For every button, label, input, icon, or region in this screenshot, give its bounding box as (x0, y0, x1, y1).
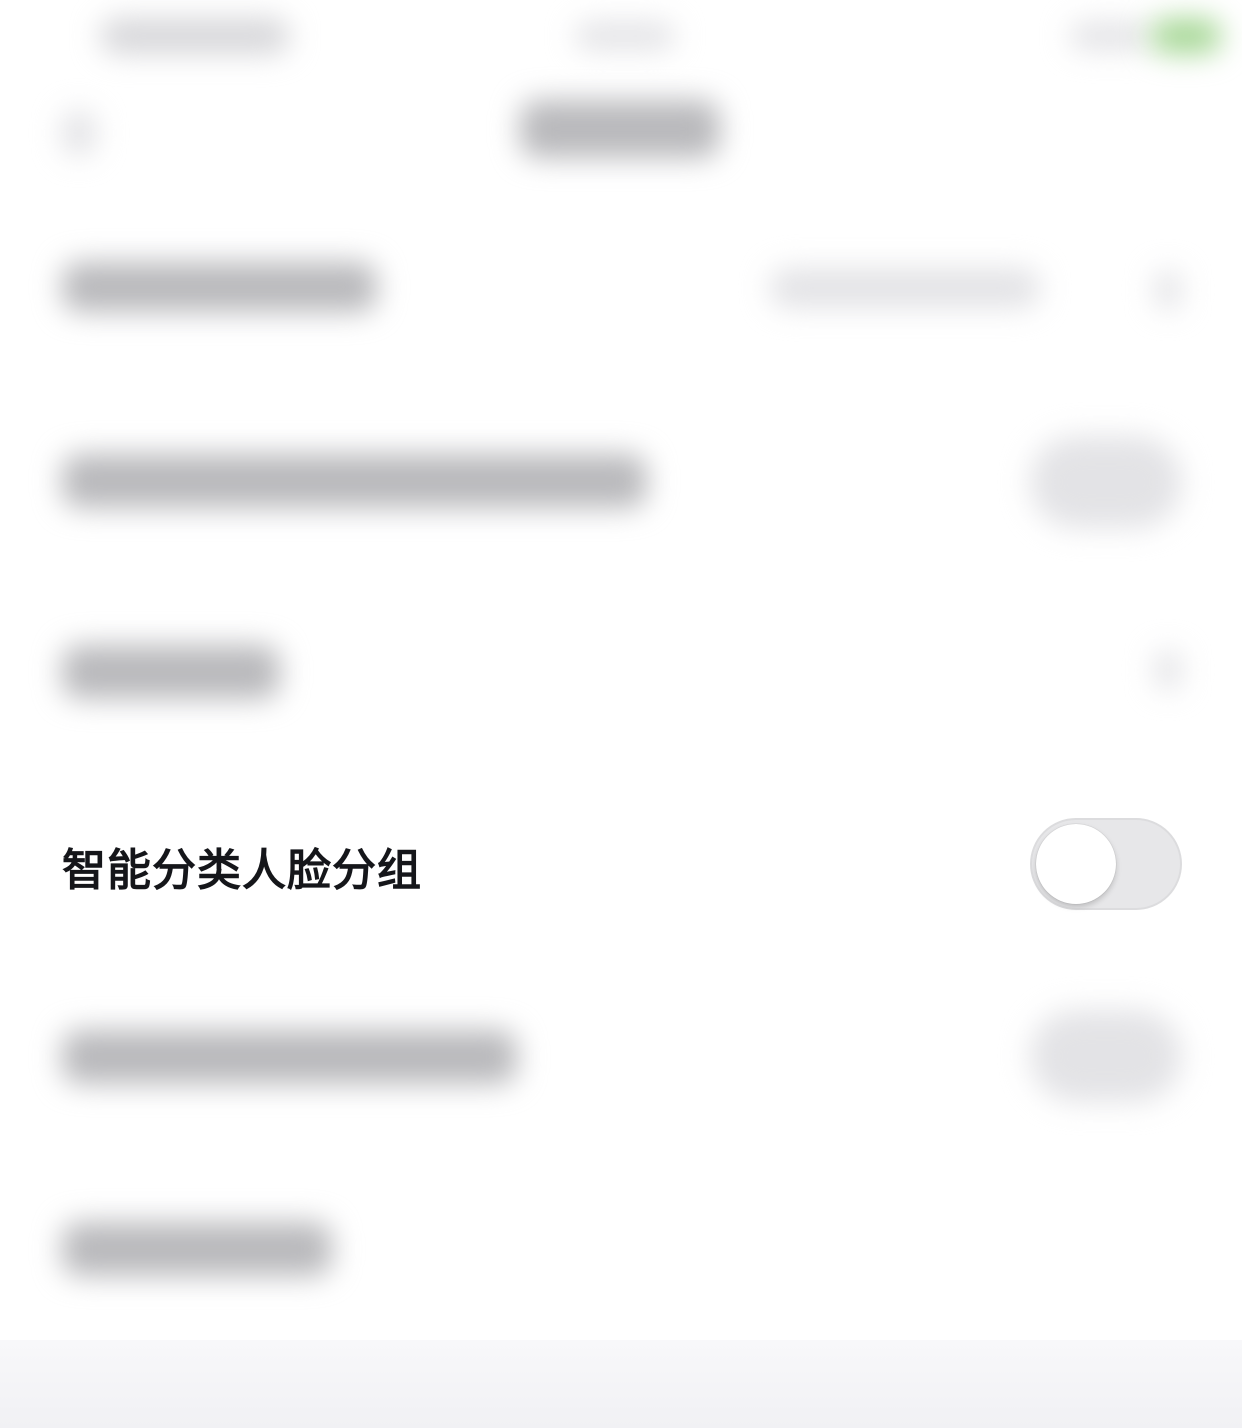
setting-row-1-value-blurred (770, 268, 1040, 308)
face-grouping-row: 智能分类人脸分组 (0, 768, 1242, 958)
face-grouping-toggle[interactable] (1030, 818, 1182, 910)
setting-row-3-label-blurred[interactable] (62, 645, 280, 699)
face-grouping-label: 智能分类人脸分组 (62, 845, 422, 896)
status-signal-blurred (1070, 22, 1150, 50)
setting-row-6-label-blurred[interactable] (62, 1222, 332, 1276)
setting-row-1-label-blurred[interactable] (62, 262, 377, 312)
chevron-right-icon (1155, 650, 1181, 690)
bottom-bar (0, 1340, 1242, 1428)
toggle-knob (1036, 824, 1116, 904)
setting-row-2-toggle-blurred[interactable] (1030, 436, 1182, 528)
status-time-blurred (100, 18, 290, 54)
status-bar (0, 0, 1242, 70)
battery-icon (1150, 18, 1222, 54)
settings-screen: 智能分类人脸分组 (0, 0, 1242, 1428)
back-icon[interactable] (62, 110, 96, 156)
setting-row-2-label-blurred[interactable] (62, 454, 647, 508)
status-carrier-blurred (575, 22, 675, 50)
setting-row-5-label-blurred[interactable] (62, 1030, 517, 1084)
chevron-right-icon (1155, 270, 1181, 310)
page-title-blurred (520, 100, 720, 158)
nav-bar (0, 70, 1242, 190)
setting-row-5-toggle-blurred[interactable] (1030, 1010, 1182, 1102)
